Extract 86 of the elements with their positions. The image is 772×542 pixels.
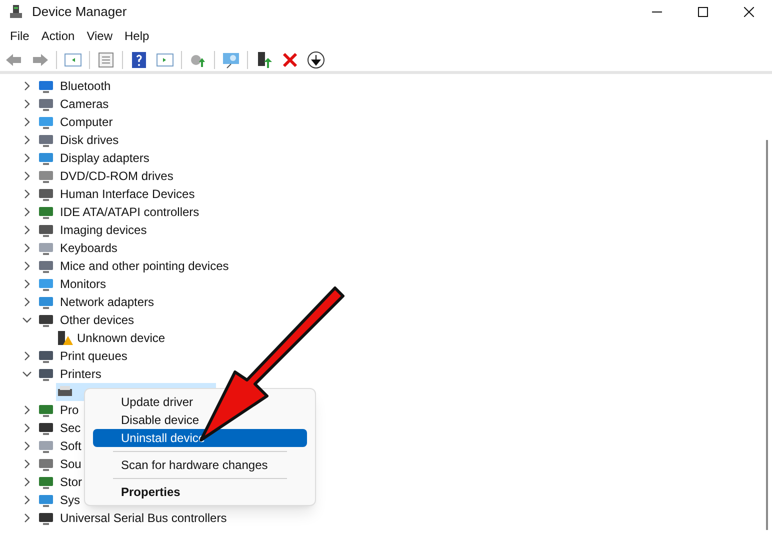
menu-item[interactable]: Update driver <box>93 393 307 411</box>
device-icon <box>38 78 54 94</box>
scrollbar[interactable] <box>766 140 768 530</box>
properties-icon[interactable] <box>96 50 116 70</box>
device-icon <box>38 492 54 508</box>
chevron-right-icon[interactable] <box>22 189 32 199</box>
chevron-right-icon[interactable] <box>22 495 32 505</box>
menu-item[interactable]: Properties <box>93 483 307 501</box>
device-icon <box>38 150 54 166</box>
chevron-right-icon[interactable] <box>22 351 32 361</box>
menu-item[interactable]: Action <box>35 27 81 45</box>
tree-item[interactable]: Unknown device <box>56 329 168 347</box>
tree-item[interactable]: Printers <box>60 365 102 383</box>
help-icon[interactable] <box>129 50 149 70</box>
tree-item[interactable]: Print queues <box>60 347 128 365</box>
chevron-right-icon[interactable] <box>22 261 32 271</box>
tree-item[interactable]: Human Interface Devices <box>60 185 195 203</box>
menu-item[interactable]: File <box>4 27 36 45</box>
tree-item[interactable]: Soft <box>60 437 82 455</box>
chevron-right-icon[interactable] <box>22 99 32 109</box>
tree-item[interactable]: Universal Serial Bus controllers <box>60 509 227 527</box>
tree-item[interactable]: Stor <box>60 473 82 491</box>
maximize-icon[interactable] <box>698 7 708 17</box>
close-icon[interactable] <box>744 7 754 17</box>
device-manager-icon <box>8 4 24 20</box>
device-icon <box>38 294 54 310</box>
chevron-right-icon[interactable] <box>22 405 32 415</box>
download-icon[interactable] <box>306 50 326 70</box>
device-icon <box>38 96 54 112</box>
tree-item[interactable]: Mice and other pointing devices <box>60 257 229 275</box>
tree-item[interactable]: IDE ATA/ATAPI controllers <box>60 203 200 221</box>
device-icon <box>38 240 54 256</box>
chevron-right-icon[interactable] <box>22 477 32 487</box>
chevron-right-icon[interactable] <box>22 441 32 451</box>
device-icon <box>38 348 54 364</box>
device-icon <box>38 510 54 526</box>
chevron-down-icon[interactable] <box>22 369 32 379</box>
tree-item[interactable]: Display adapters <box>60 149 150 167</box>
tree-item[interactable]: Other devices <box>60 311 134 329</box>
chevron-right-icon[interactable] <box>22 243 32 253</box>
tree-item[interactable]: Cameras <box>60 95 109 113</box>
device-icon <box>38 258 54 274</box>
tree-item[interactable]: Monitors <box>60 275 106 293</box>
chevron-right-icon[interactable] <box>22 171 32 181</box>
tree-item[interactable]: Network adapters <box>60 293 154 311</box>
device-icon <box>38 222 54 238</box>
chevron-right-icon[interactable] <box>22 81 32 91</box>
tree-item[interactable]: Computer <box>60 113 113 131</box>
chevron-right-icon[interactable] <box>22 225 32 235</box>
chevron-right-icon[interactable] <box>22 423 32 433</box>
tree-item[interactable]: Sec <box>60 419 81 437</box>
tree-item[interactable]: Sou <box>60 455 82 473</box>
chevron-right-icon[interactable] <box>22 153 32 163</box>
tree-item[interactable]: Keyboards <box>60 239 118 257</box>
menu-item[interactable]: Scan for hardware changes <box>93 456 307 474</box>
device-icon <box>38 438 54 454</box>
device-icon <box>38 420 54 436</box>
device-icon <box>38 114 54 130</box>
chevron-right-icon[interactable] <box>22 117 32 127</box>
chevron-right-icon[interactable] <box>22 459 32 469</box>
tree-item[interactable]: Pro <box>60 401 79 419</box>
tree-item[interactable]: Disk drives <box>60 131 119 149</box>
device-icon <box>38 204 54 220</box>
chevron-right-icon[interactable] <box>22 279 32 289</box>
menu-item[interactable]: Help <box>118 27 156 45</box>
tree-item[interactable]: Sys <box>60 491 80 509</box>
device-icon <box>38 186 54 202</box>
device-icon <box>38 474 54 490</box>
window-title: Device Manager <box>32 3 127 22</box>
device-icon <box>38 132 54 148</box>
device-icon <box>38 312 54 328</box>
chevron-right-icon[interactable] <box>22 513 32 523</box>
tree-item[interactable]: Imaging devices <box>60 221 147 239</box>
menu-item[interactable]: View <box>80 27 118 45</box>
chevron-right-icon[interactable] <box>22 297 32 307</box>
device-icon <box>38 402 54 418</box>
tree-item[interactable]: DVD/CD-ROM drives <box>60 167 174 185</box>
tree-item[interactable]: Bluetooth <box>60 77 111 95</box>
device-icon <box>38 276 54 292</box>
device-icon <box>38 456 54 472</box>
chevron-right-icon[interactable] <box>22 207 32 217</box>
menu-item[interactable]: Disable device <box>93 411 307 429</box>
device-icon <box>38 366 54 382</box>
device-icon <box>38 168 54 184</box>
chevron-down-icon[interactable] <box>22 315 32 325</box>
chevron-right-icon[interactable] <box>22 135 32 145</box>
